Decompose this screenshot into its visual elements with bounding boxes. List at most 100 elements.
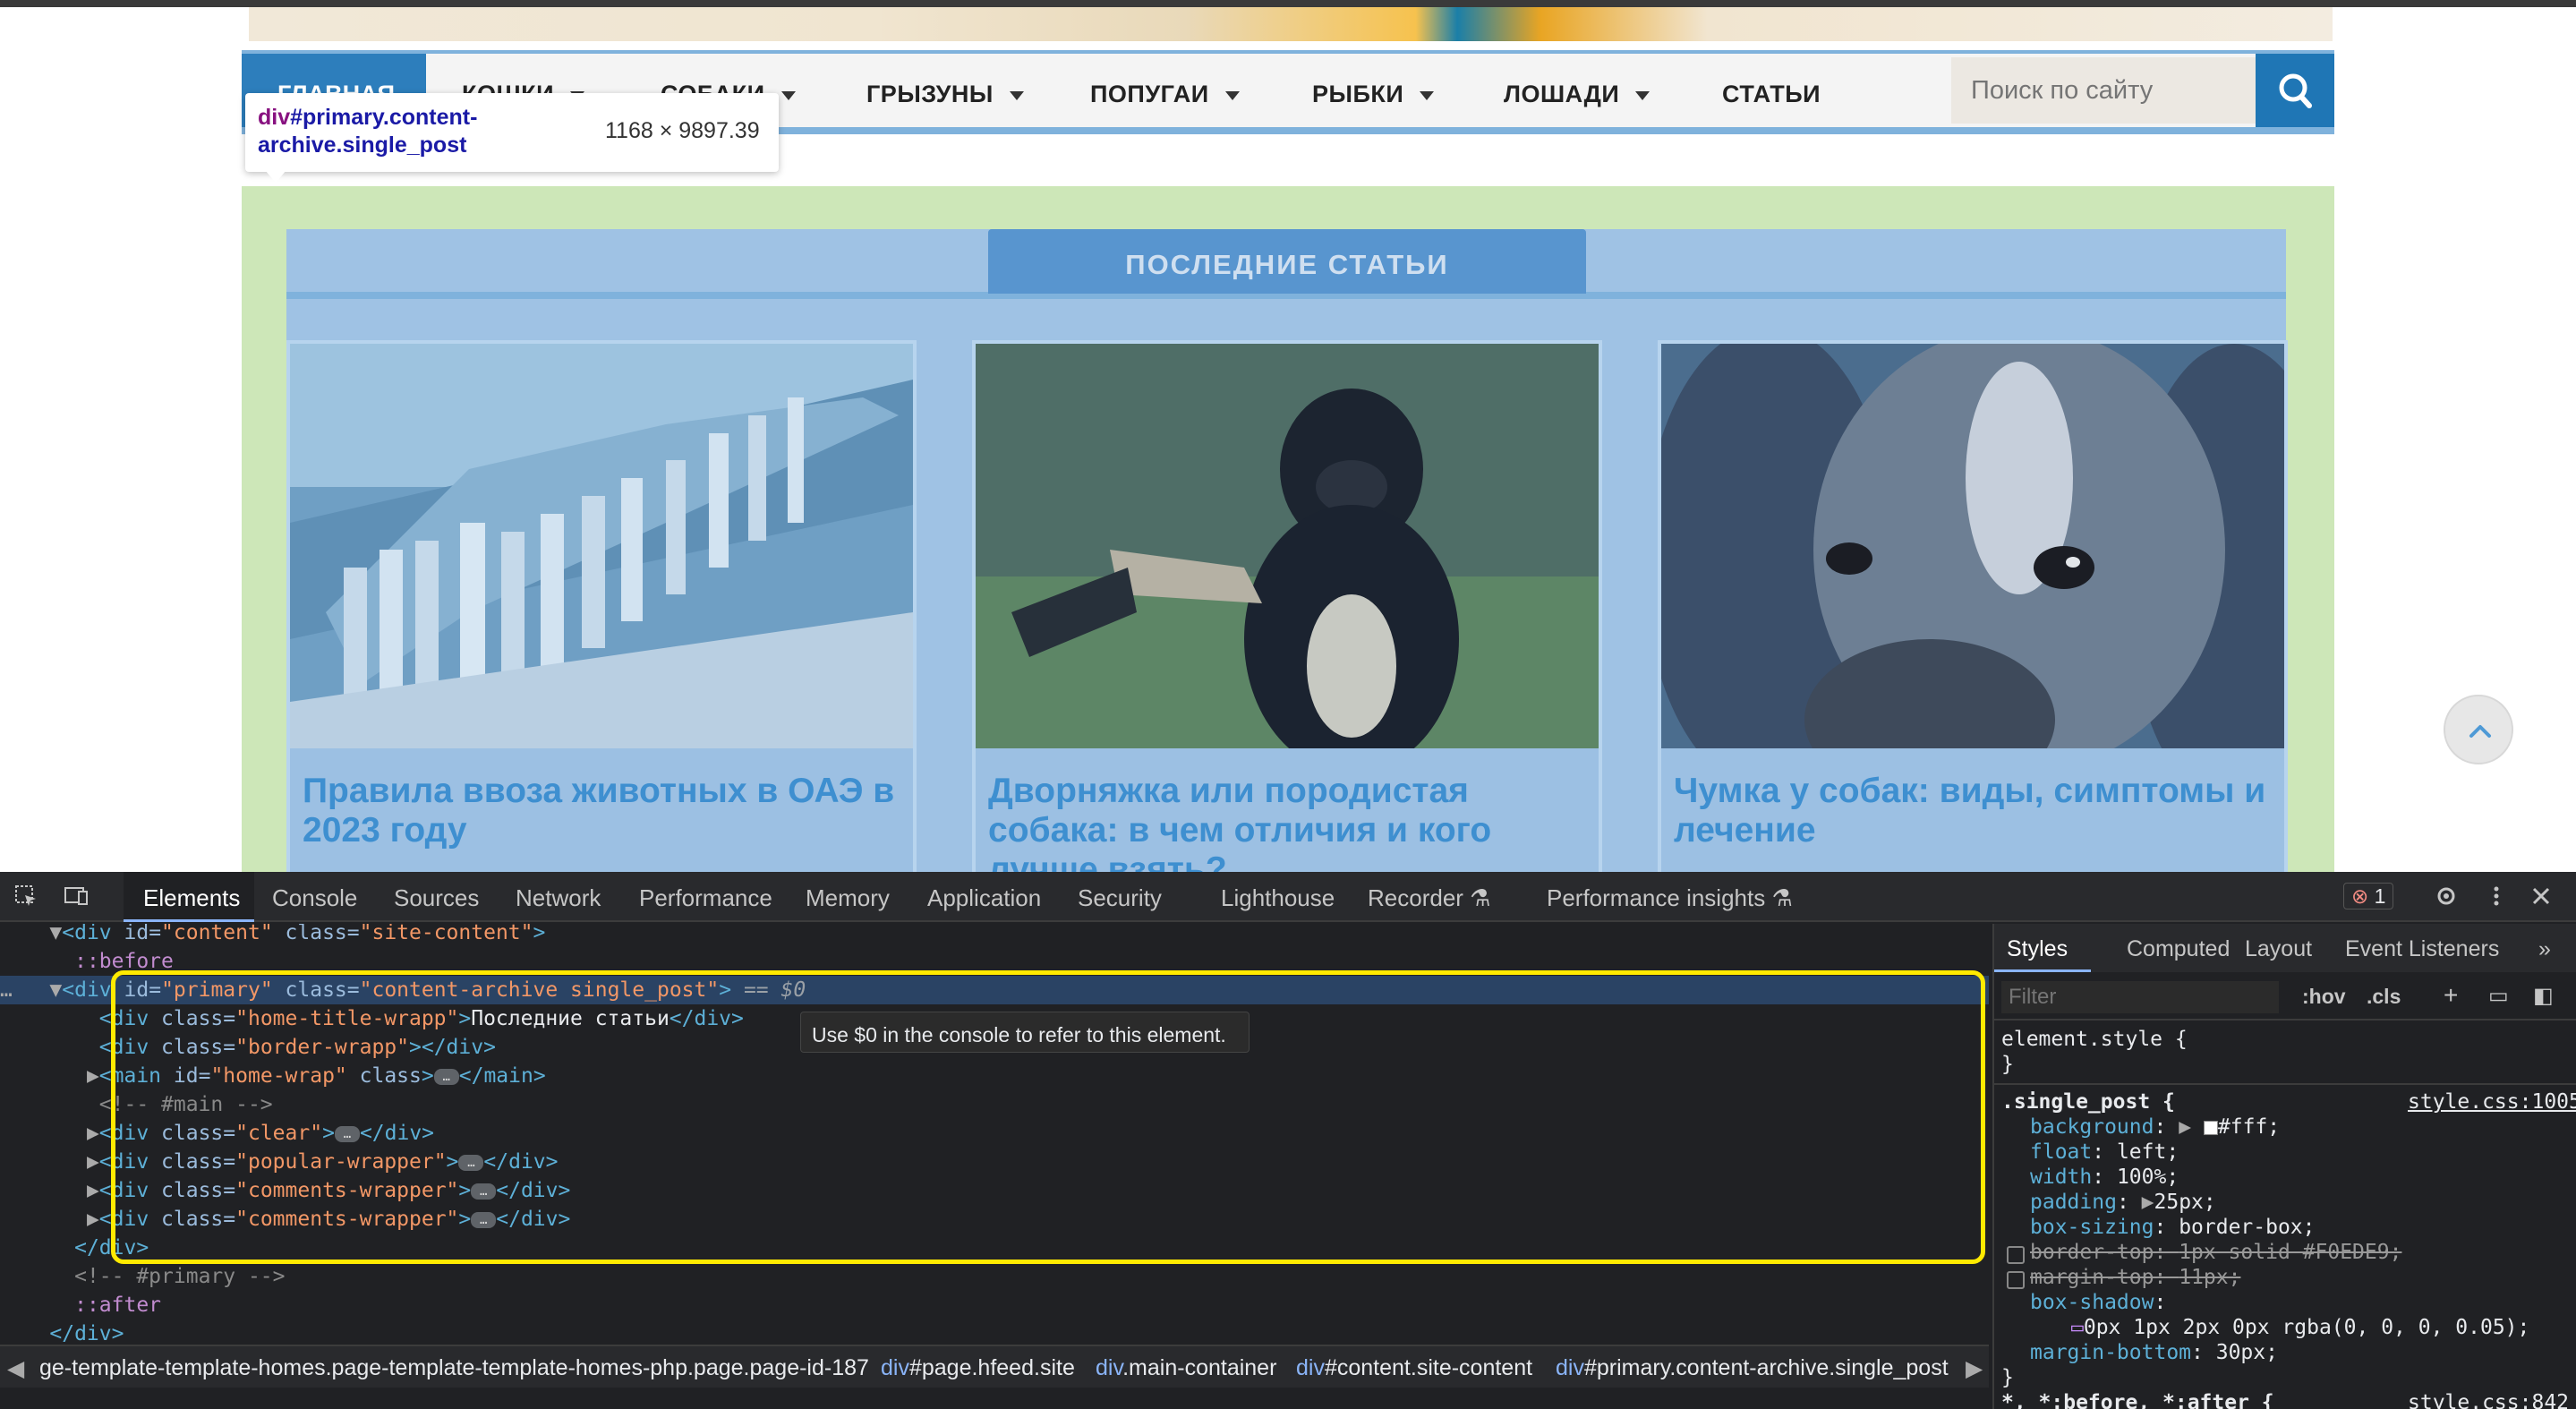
inspect-element-icon[interactable]	[13, 883, 39, 909]
prop-toggle-checkbox[interactable]	[2007, 1271, 2025, 1289]
css-prop-continued[interactable]: ▭0px 1px 2px 0px rgba(0, 0, 0, 0.05);	[2071, 1316, 2529, 1339]
nav-item-rodents[interactable]: ГРЫЗУНЫ	[866, 81, 1024, 108]
caret-down-icon	[1224, 90, 1240, 100]
more-tabs-icon[interactable]: »	[2538, 936, 2551, 962]
element-style-rule[interactable]: element.style {	[2001, 1028, 2188, 1051]
tab-performance-insights[interactable]: Performance insights ⚗	[1547, 884, 1793, 912]
css-prop[interactable]: width: 100%;	[2030, 1166, 2179, 1189]
css-prop[interactable]: box-sizing: border-box;	[2030, 1216, 2316, 1239]
breadcrumb-item-selected[interactable]: div#primary.content-archive.single_post	[1556, 1355, 1949, 1381]
article-image[interactable]	[976, 344, 1599, 748]
settings-gear-icon[interactable]	[2433, 883, 2460, 909]
hov-toggle[interactable]: :hov	[2302, 985, 2346, 1009]
tab-recorder[interactable]: Recorder ⚗	[1368, 884, 1490, 912]
dom-node-main[interactable]: ▶<main id="home-wrap" class>… </main>	[0, 1062, 1989, 1090]
nav-item-articles[interactable]: СТАТЬИ	[1722, 81, 1821, 108]
rule-selector[interactable]: .single_post {	[2001, 1090, 2175, 1114]
site-search-input[interactable]	[1951, 57, 2256, 124]
new-style-rule-icon[interactable]: +	[2444, 981, 2458, 1010]
prop-name: margin-bottom	[2030, 1341, 2192, 1364]
scroll-to-top-button[interactable]	[2444, 695, 2513, 764]
inspect-element-tooltip: div#primary.content-archive.single_post …	[245, 93, 779, 172]
error-icon: ⊗	[2351, 884, 2369, 908]
dom-node-close-content[interactable]: </div>	[0, 1319, 1989, 1346]
tab-lighthouse[interactable]: Lighthouse	[1221, 884, 1335, 912]
tab-network[interactable]: Network	[516, 884, 601, 912]
article-card[interactable]: Чумка у собак: виды, симптомы и лечение	[1658, 340, 2288, 872]
section-title: ПОСЛЕДНИЕ СТАТЬИ	[1125, 249, 1449, 280]
error-count-badge[interactable]: ⊗ 1	[2343, 883, 2394, 909]
breadcrumb-item[interactable]: div.main-container	[1096, 1355, 1276, 1381]
prop-name: box-shadow	[2030, 1291, 2154, 1314]
close-icon[interactable]	[2528, 883, 2555, 909]
breadcrumb-scroll-left-icon[interactable]: ◀	[7, 1355, 24, 1382]
prop-toggle-checkbox[interactable]	[2007, 1246, 2025, 1264]
chevron-up-icon	[2469, 725, 2491, 738]
rule-source-link[interactable]: style.css:1005	[2408, 1090, 2576, 1114]
color-swatch[interactable]	[2203, 1120, 2218, 1135]
article-image[interactable]	[1661, 344, 2284, 748]
css-prop[interactable]: box-shadow:	[2030, 1291, 2166, 1314]
breadcrumb-item[interactable]: ge-template-template-homes.page-template…	[39, 1355, 869, 1381]
tab-elements[interactable]: Elements	[143, 884, 240, 912]
dom-node-comments-wrapper[interactable]: ▶<div class="comments-wrapper">… </div>	[0, 1205, 1989, 1234]
more-options-icon[interactable]	[2483, 883, 2510, 909]
css-prop[interactable]: float: left;	[2030, 1140, 2179, 1164]
cls-toggle[interactable]: .cls	[2367, 985, 2401, 1009]
dom-node-before[interactable]: ::before	[0, 947, 1989, 976]
styles-filter-bar: :hov .cls + ▭ ◧	[1994, 974, 2576, 1020]
css-prop[interactable]: padding: ▶25px;	[2030, 1191, 2216, 1214]
dom-node-comments-wrapper[interactable]: ▶<div class="comments-wrapper">… </div>	[0, 1176, 1989, 1205]
tab-security[interactable]: Security	[1078, 884, 1162, 912]
dom-node-clear[interactable]: ▶<div class="clear">… </div>	[0, 1119, 1989, 1148]
breadcrumb-scroll-right-icon[interactable]: ▶	[1966, 1355, 1983, 1382]
error-count: 1	[2374, 884, 2386, 908]
prop-value: 30px;	[2215, 1341, 2278, 1364]
tab-event-listeners[interactable]: Event Listeners	[2345, 936, 2499, 962]
article-image[interactable]	[290, 344, 913, 748]
dom-node-primary-selected[interactable]: … ▼<div id="primary" class="content-arch…	[0, 976, 1989, 1004]
article-title-link[interactable]: Чумка у собак: виды, симптомы и лечение	[1674, 772, 2273, 850]
article-title-link[interactable]: Правила ввоза животных в ОАЭ в 2023 году	[303, 772, 902, 850]
prop-value: #fff;	[2217, 1115, 2281, 1139]
site-search-button[interactable]	[2256, 54, 2334, 127]
tab-application[interactable]: Application	[927, 884, 1041, 912]
breadcrumb-text: #primary.content-archive.single_post	[1583, 1355, 1949, 1380]
nav-item-fish[interactable]: РЫБКИ	[1312, 81, 1435, 108]
dom-node-popular-wrapper[interactable]: ▶<div class="popular-wrapper">… </div>	[0, 1148, 1989, 1176]
devtools-panel: Elements Console Sources Network Perform…	[0, 872, 2576, 1409]
css-prop[interactable]: background: ▶ #fff;	[2030, 1115, 2280, 1139]
next-rule-source-link[interactable]: style.css:842	[2408, 1391, 2569, 1409]
tab-performance[interactable]: Performance	[639, 884, 772, 912]
dom-node-after[interactable]: ::after	[0, 1291, 1989, 1319]
dom-comment-main[interactable]: <!-- #main -->	[0, 1090, 1989, 1119]
tab-sources[interactable]: Sources	[394, 884, 479, 912]
css-prop-disabled[interactable]: margin-top: 11px;	[2030, 1266, 2240, 1289]
device-toolbar-icon[interactable]	[63, 883, 90, 909]
tab-computed[interactable]: Computed	[2127, 936, 2230, 962]
breadcrumb-item[interactable]: div#content.site-content	[1296, 1355, 1532, 1381]
dog-handshake-image	[976, 344, 1599, 748]
dom-node-close-div[interactable]: </div>	[0, 1234, 1989, 1262]
dom-node-content[interactable]: ▼<div id="content" class="site-content">	[0, 924, 1989, 947]
breadcrumb-item[interactable]: div#page.hfeed.site	[881, 1355, 1075, 1381]
tab-console[interactable]: Console	[272, 884, 357, 912]
css-prop[interactable]: margin-bottom: 30px;	[2030, 1341, 2278, 1364]
tab-memory[interactable]: Memory	[806, 884, 890, 912]
styles-filter-input[interactable]	[2001, 981, 2279, 1013]
tab-layout[interactable]: Layout	[2245, 936, 2312, 962]
css-prop-disabled[interactable]: border-top: 1px solid #F0EDE9;	[2030, 1241, 2401, 1264]
tab-styles[interactable]: Styles	[2007, 936, 2068, 962]
article-card[interactable]: Правила ввоза животных в ОАЭ в 2023 году	[286, 340, 917, 872]
article-title-link[interactable]: Дворняжка или породистая собака: в чем о…	[988, 772, 1588, 872]
article-card[interactable]: Дворняжка или породистая собака: в чем о…	[972, 340, 1602, 872]
dom-comment-primary[interactable]: <!-- #primary -->	[0, 1262, 1989, 1291]
toggle-sidebar-icon[interactable]: ◧	[2533, 983, 2554, 1009]
nav-item-horses[interactable]: ЛОШАДИ	[1504, 81, 1651, 108]
prop-name: border-top	[2030, 1241, 2154, 1264]
shadow-editor-icon[interactable]: ▭	[2071, 1316, 2084, 1339]
next-rule-selector[interactable]: *, *:before, *:after {	[2001, 1391, 2274, 1409]
nav-item-parrots[interactable]: ПОПУГАИ	[1090, 81, 1240, 108]
prop-value: left;	[2116, 1140, 2179, 1164]
paint-icon[interactable]: ▭	[2488, 983, 2509, 1009]
